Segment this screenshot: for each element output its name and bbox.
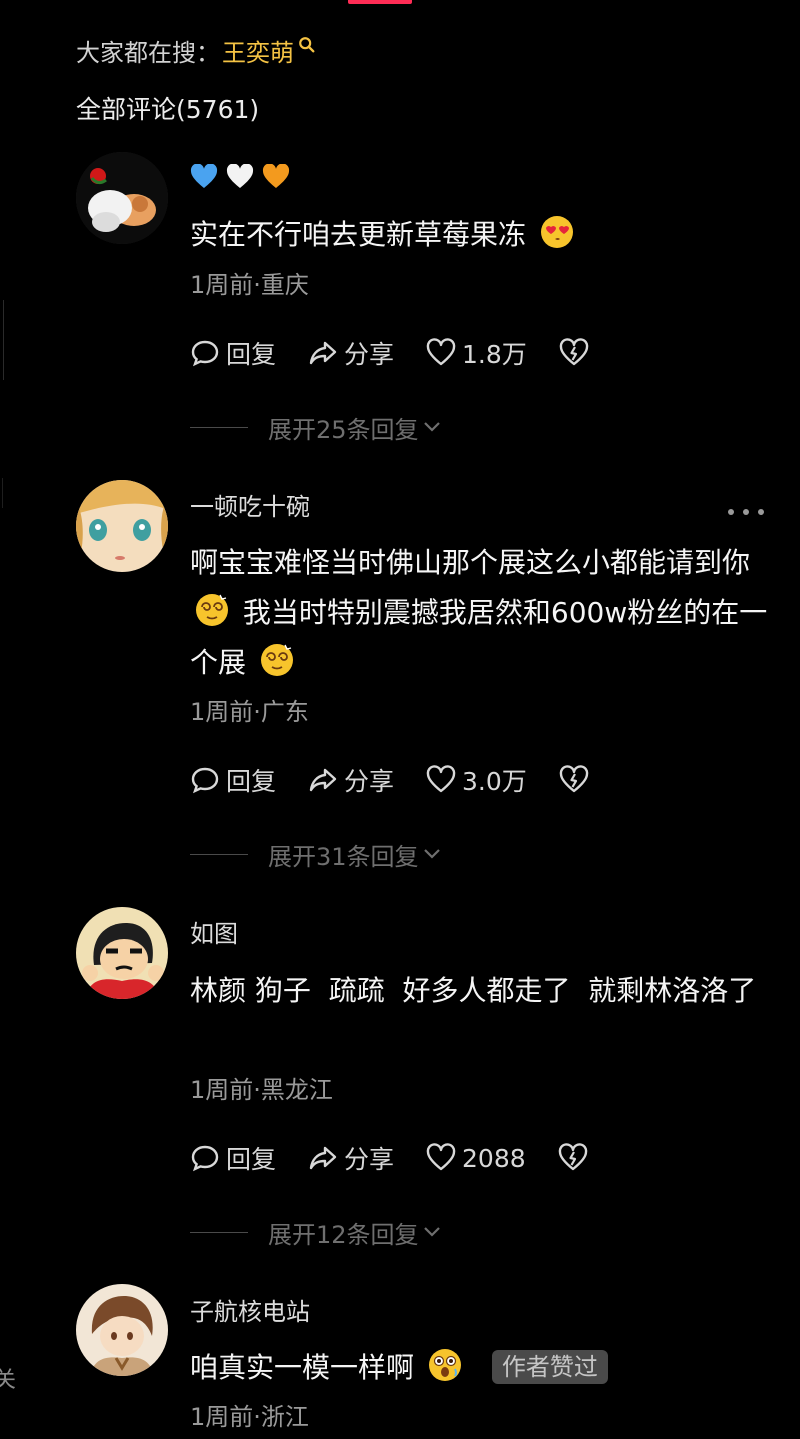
- dislike-button[interactable]: [558, 1143, 588, 1173]
- expand-replies-label: 展开25条回复: [268, 415, 419, 444]
- left-edge-text: 关: [0, 1368, 17, 1393]
- blue-heart-icon: [190, 164, 218, 188]
- like-count: 2088: [462, 1143, 526, 1173]
- dislike-button[interactable]: [559, 765, 589, 795]
- total-comments-count: 全部评论(5761): [76, 95, 260, 124]
- comment-actions: 回复 分享 1.8万: [190, 333, 621, 373]
- comment-meta: 1周前·浙江: [190, 1402, 309, 1431]
- astonished-emoji-icon: [428, 1349, 461, 1381]
- search-suggestion[interactable]: 大家都在搜： 王奕萌: [76, 30, 316, 70]
- comment-text: 实在不行咱去更新草莓果冻: [190, 210, 770, 260]
- dizzy-face-emoji-icon: [260, 644, 293, 676]
- share-label: 分享: [344, 1145, 395, 1174]
- expand-replies-button[interactable]: 展开25条回复: [190, 409, 443, 445]
- comment-actions: 回复 分享 2088: [190, 1138, 620, 1178]
- like-button[interactable]: 3.0万: [426, 762, 527, 798]
- comments-screen: 关 大家都在搜： 王奕萌 全部评论(5761) 实在不行咱去更新草莓果冻 1周前…: [0, 0, 800, 1439]
- comment-actions: 回复 分享 3.0万: [190, 760, 621, 800]
- share-button[interactable]: 分享: [308, 762, 394, 798]
- comment-username[interactable]: 一顿吃十碗: [190, 486, 310, 522]
- share-label: 分享: [344, 340, 395, 369]
- avatar[interactable]: [76, 1284, 168, 1376]
- like-count: 3.0万: [462, 767, 527, 796]
- avatar[interactable]: [76, 480, 168, 572]
- search-suggestion-term[interactable]: 王奕萌: [222, 33, 294, 68]
- broken-heart-icon: [559, 338, 588, 366]
- reply-button[interactable]: 回复: [190, 762, 276, 798]
- expand-replies-button[interactable]: 展开12条回复: [190, 1214, 443, 1250]
- dislike-button[interactable]: [559, 338, 589, 368]
- more-options-icon[interactable]: [728, 500, 764, 524]
- chevron-down-icon: [423, 422, 440, 432]
- reply-label: 回复: [226, 767, 277, 796]
- white-heart-icon: [226, 164, 254, 188]
- reply-button[interactable]: 回复: [190, 1140, 276, 1176]
- heart-icon: [426, 1143, 456, 1171]
- share-button[interactable]: 分享: [308, 1140, 394, 1176]
- search-icon[interactable]: [298, 36, 316, 54]
- reply-bubble-icon: [191, 1145, 219, 1172]
- avatar[interactable]: [76, 152, 168, 244]
- comment-text-content: 啊宝宝难怪当时佛山那个展这么小都能请到你: [190, 546, 751, 579]
- dizzy-face-emoji-icon: [196, 594, 228, 626]
- share-button[interactable]: 分享: [308, 335, 394, 371]
- comment-text-content: 实在不行咱去更新草莓果冻: [190, 218, 527, 251]
- like-count: 1.8万: [462, 340, 527, 369]
- like-button[interactable]: 1.8万: [426, 335, 527, 371]
- comment-text: 啊宝宝难怪当时佛山那个展这么小都能请到你 我当时特别震撼我居然和600w粉丝的在…: [190, 538, 770, 688]
- expand-replies-button[interactable]: 展开31条回复: [190, 836, 443, 872]
- search-suggestion-prefix: 大家都在搜：: [76, 38, 220, 67]
- reply-bubble-icon: [191, 767, 219, 794]
- reply-button[interactable]: 回复: [190, 335, 276, 371]
- comment-text: 咱真实一模一样啊 作者赞过: [190, 1343, 770, 1393]
- left-edge-panel: [0, 300, 4, 380]
- comment-text-content: 咱真实一模一样啊: [190, 1351, 415, 1384]
- share-arrow-icon: [309, 768, 337, 792]
- divider-line: [190, 853, 248, 855]
- share-label: 分享: [344, 767, 395, 796]
- like-button[interactable]: 2088: [426, 1143, 526, 1173]
- reply-label: 回复: [226, 340, 277, 369]
- share-arrow-icon: [309, 1146, 337, 1170]
- reply-label: 回复: [226, 1145, 277, 1174]
- broken-heart-icon: [558, 1143, 587, 1171]
- expand-replies-label: 展开12条回复: [268, 1220, 419, 1249]
- heart-icon: [426, 338, 456, 366]
- expand-replies-label: 展开31条回复: [268, 842, 419, 871]
- heart-icon: [426, 765, 456, 793]
- divider-line: [190, 1231, 248, 1233]
- divider-line: [190, 426, 248, 428]
- orange-heart-icon: [262, 164, 290, 188]
- chevron-down-icon: [423, 849, 440, 859]
- avatar[interactable]: [76, 907, 168, 999]
- comment-username[interactable]: 子航核电站: [190, 1291, 310, 1327]
- left-edge-handle: [0, 478, 3, 508]
- comment-username[interactable]: 如图: [190, 913, 238, 949]
- top-accent-bar: [348, 0, 412, 4]
- comment-meta: 1周前·广东: [190, 697, 309, 726]
- reply-bubble-icon: [191, 340, 219, 367]
- comment-meta: 1周前·重庆: [190, 270, 309, 299]
- comment-text: 林颜 狗子 疏疏 好多人都走了 就剩林洛洛了: [190, 974, 757, 1007]
- heart-emoji-row: [190, 164, 290, 190]
- share-arrow-icon: [309, 341, 337, 365]
- broken-heart-icon: [559, 765, 588, 793]
- author-liked-badge: 作者赞过: [491, 1350, 608, 1384]
- chevron-down-icon: [423, 1227, 440, 1237]
- comment-meta: 1周前·黑龙江: [190, 1075, 333, 1104]
- heart-eyes-kiss-emoji-icon: [540, 216, 573, 248]
